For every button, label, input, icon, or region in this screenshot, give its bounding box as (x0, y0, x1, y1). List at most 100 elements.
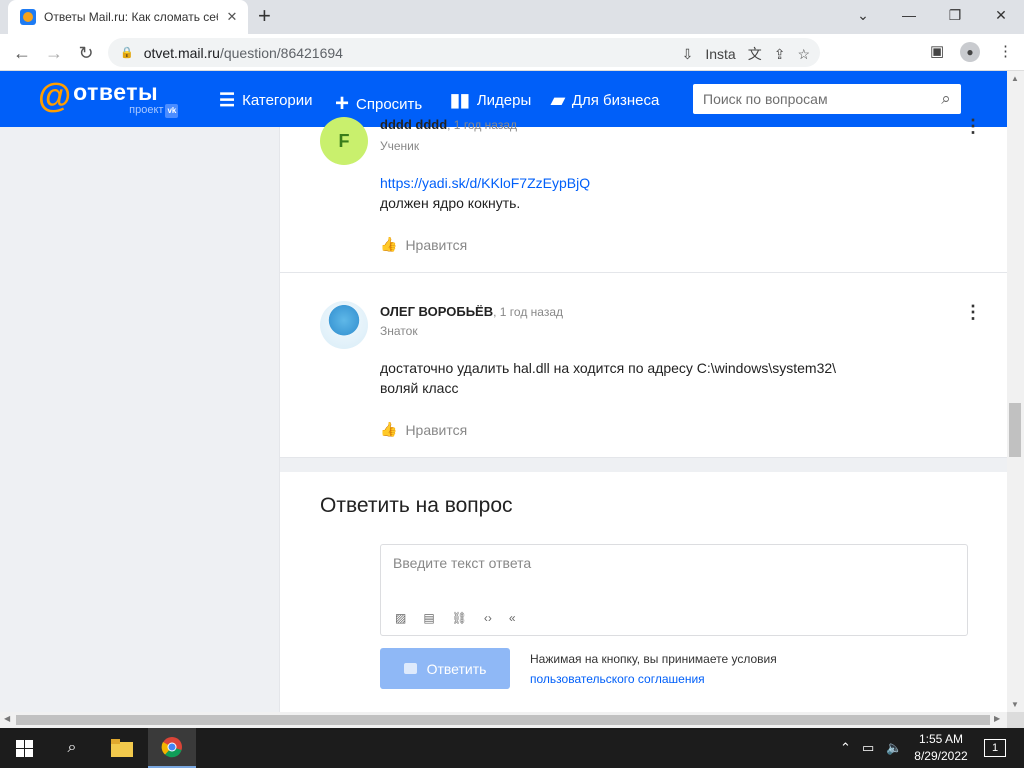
search-icon[interactable]: ⌕ (48, 728, 96, 768)
url-text[interactable]: otvet.mail.ru/question/86421694 (144, 45, 343, 61)
scroll-down-icon[interactable]: ▼ (1011, 700, 1019, 709)
new-tab-icon[interactable]: + (258, 5, 271, 27)
restore-icon[interactable]: ❐ (932, 0, 978, 30)
minimize-icon[interactable]: — (886, 0, 932, 30)
tray-chevron-icon[interactable]: ⌃ (840, 728, 851, 768)
answer-body: https://yadi.sk/d/KKloF7ZzEypBjQ должен … (380, 173, 590, 213)
terms-notice: Нажимая на кнопку, вы принимаете условия… (530, 649, 777, 689)
close-window-icon[interactable]: ✕ (978, 0, 1024, 30)
video-icon[interactable]: ▤ (423, 611, 434, 625)
address-bar[interactable]: 🔒 otvet.mail.ru/question/86421694 ⇩ Inst… (108, 38, 820, 67)
browser-toolbar: ← → ↻ 🔒 otvet.mail.ru/question/86421694 … (0, 34, 1024, 71)
network-icon[interactable]: ▭ (862, 728, 874, 768)
chrome-icon[interactable] (148, 728, 196, 768)
sidebar-icon[interactable]: ▣ (930, 42, 944, 60)
logo-text: ответы (73, 79, 159, 105)
clock-date: 8/29/2022 (914, 749, 968, 763)
submit-label: Ответить (426, 660, 487, 677)
url-path: /question/86421694 (219, 44, 343, 61)
answer-textarea[interactable] (393, 555, 953, 595)
like-button[interactable]: 👍 Нравится (380, 421, 467, 438)
answer-meta: ОЛЕГ ВОРОБЬЁВ, 1 год назад (380, 304, 563, 319)
url-host: otvet.mail.ru (143, 44, 220, 61)
author-rank: Ученик (380, 139, 420, 153)
install-label[interactable]: Insta (705, 46, 735, 62)
quote-icon[interactable]: « (509, 611, 516, 625)
lock-icon[interactable]: 🔒 (120, 46, 134, 59)
answer-meta: dddd dddd, 1 год назад (380, 117, 517, 132)
scroll-thumb[interactable] (1009, 403, 1021, 457)
like-button[interactable]: 👍 Нравится (380, 236, 467, 253)
answer-time: , 1 год назад (447, 118, 518, 132)
terms-link[interactable]: пользовательского соглашения (530, 672, 705, 686)
answer-item: ОЛЕГ ВОРОБЬЁВ, 1 год назад Знаток ⋮ дост… (280, 273, 1008, 458)
search-input[interactable] (703, 91, 931, 107)
reload-icon[interactable]: ↻ (73, 40, 99, 66)
notification-icon[interactable]: 1 (984, 739, 1006, 757)
thumbs-up-icon: 👍 (380, 236, 398, 252)
profile-icon[interactable]: ● (960, 42, 980, 62)
answers-column: F dddd dddd, 1 год назад Ученик ⋮ https:… (279, 117, 1008, 712)
avatar-bird-icon[interactable] (320, 301, 368, 349)
logo-sub: проект vk (129, 103, 179, 118)
browser-tab[interactable]: Ответы Mail.ru: Как сломать себ... ✕ (8, 0, 248, 34)
scroll-up-icon[interactable]: ▲ (1011, 74, 1019, 83)
vk-badge: vk (165, 104, 179, 118)
comment-icon (403, 663, 417, 674)
taskbar: ⌕ ⌃ ▭ 🔈 1:55 AM 8/29/2022 1 (0, 728, 1024, 768)
avatar[interactable]: F (320, 117, 368, 165)
volume-icon[interactable]: 🔈 (886, 728, 902, 768)
vertical-scrollbar[interactable]: ▲ ▼ (1007, 71, 1024, 712)
reply-title: Ответить на вопрос (320, 494, 513, 517)
star-icon[interactable]: ☆ (797, 46, 810, 63)
logo-at-icon: @ (38, 77, 72, 115)
start-windows-icon[interactable] (0, 728, 48, 768)
tab-close-icon[interactable]: ✕ (224, 9, 240, 25)
author-rank: Знаток (380, 324, 418, 338)
system-clock[interactable]: 1:55 AM 8/29/2022 (906, 731, 976, 765)
logo[interactable]: @ ответы проект vk (38, 77, 179, 118)
scroll-right-icon[interactable]: ▶ (994, 714, 1000, 723)
scroll-thumb[interactable] (16, 715, 990, 725)
more-options-icon[interactable]: ⋮ (964, 117, 982, 135)
answer-time: , 1 год назад (493, 305, 564, 319)
answer-link[interactable]: https://yadi.sk/d/KKloF7ZzEypBjQ (380, 175, 590, 191)
menu-icon[interactable]: ⋮ (998, 42, 1013, 60)
author-name[interactable]: dddd dddd (380, 117, 447, 132)
scroll-left-icon[interactable]: ◀ (4, 714, 10, 723)
submit-answer-button[interactable]: Ответить (380, 648, 510, 689)
tab-title: Ответы Mail.ru: Как сломать себ... (44, 10, 218, 24)
tab-search-icon[interactable]: ⌄ (840, 0, 886, 30)
horizontal-scrollbar[interactable]: ◀ ▶ (0, 712, 1007, 728)
share-icon[interactable]: ⇪ (774, 46, 786, 63)
more-options-icon[interactable]: ⋮ (964, 303, 982, 321)
scroll-corner (1007, 712, 1024, 728)
list-icon: ☰ (219, 90, 236, 110)
code-icon[interactable]: ‹› (484, 611, 492, 625)
tab-strip: Ответы Mail.ru: Как сломать себ... ✕ + ⌄… (0, 0, 1024, 34)
section-gap (280, 458, 1008, 472)
logo-sub-text: проект (129, 104, 164, 116)
back-icon[interactable]: ← (9, 40, 35, 66)
link-icon[interactable]: ⛓ (452, 611, 467, 625)
editor-toolbar: ▨ ▤ ⛓ ‹› « (395, 611, 516, 625)
translate-icon[interactable]: 文 (748, 44, 762, 64)
terms-text: Нажимая на кнопку, вы принимаете условия (530, 652, 777, 666)
install-icon[interactable]: ⇩ (682, 46, 694, 63)
clock-time: 1:55 AM (918, 732, 964, 746)
like-label: Нравится (405, 236, 468, 253)
answer-text-line: достаточно удалить hal.dll на ходится по… (380, 360, 837, 376)
file-explorer-icon[interactable] (98, 728, 146, 768)
image-icon[interactable]: ▨ (395, 611, 406, 625)
forward-icon[interactable]: → (41, 40, 67, 66)
answer-text: должен ядро кокнуть. (380, 195, 521, 211)
answer-item: F dddd dddd, 1 год назад Ученик ⋮ https:… (280, 107, 1008, 273)
search-icon[interactable]: ⌕ (931, 89, 961, 109)
site-favicon-icon (20, 9, 36, 25)
answer-body: достаточно удалить hal.dll на ходится по… (380, 358, 836, 398)
author-name[interactable]: ОЛЕГ ВОРОБЬЁВ (380, 304, 493, 319)
answer-editor[interactable]: ▨ ▤ ⛓ ‹› « (380, 544, 968, 636)
answer-text-line: воляй класс (380, 380, 459, 396)
reply-form: Ответить на вопрос ▨ ▤ ⛓ ‹› « Ответить Н… (280, 472, 1008, 712)
like-label: Нравится (405, 421, 468, 438)
